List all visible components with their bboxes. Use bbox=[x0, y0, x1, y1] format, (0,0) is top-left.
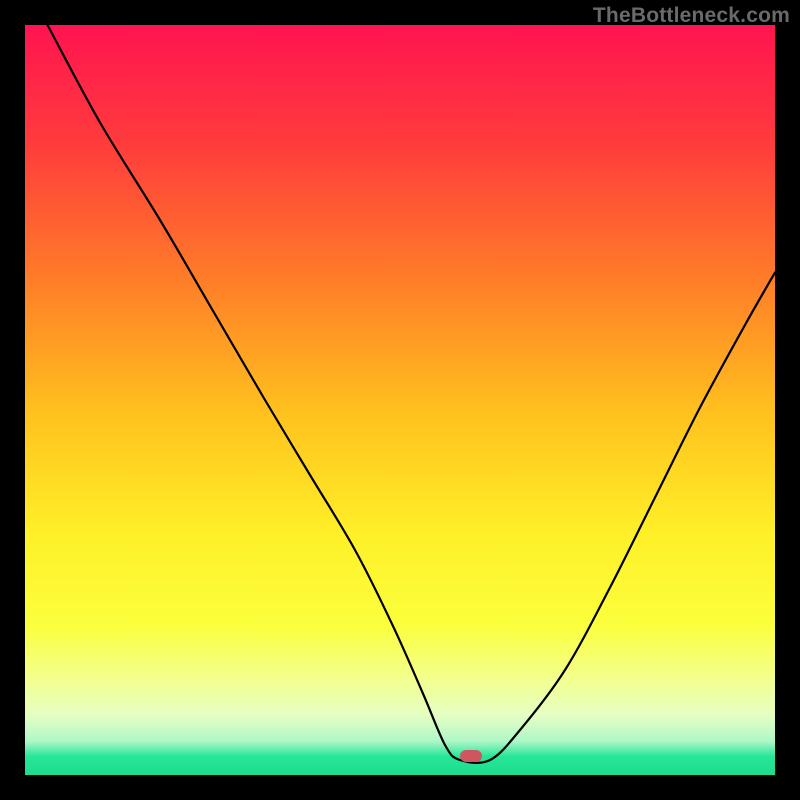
bottleneck-curve bbox=[25, 25, 775, 775]
chart-frame: TheBottleneck.com bbox=[0, 0, 800, 800]
minimum-marker bbox=[460, 750, 482, 762]
plot-area bbox=[25, 25, 775, 775]
